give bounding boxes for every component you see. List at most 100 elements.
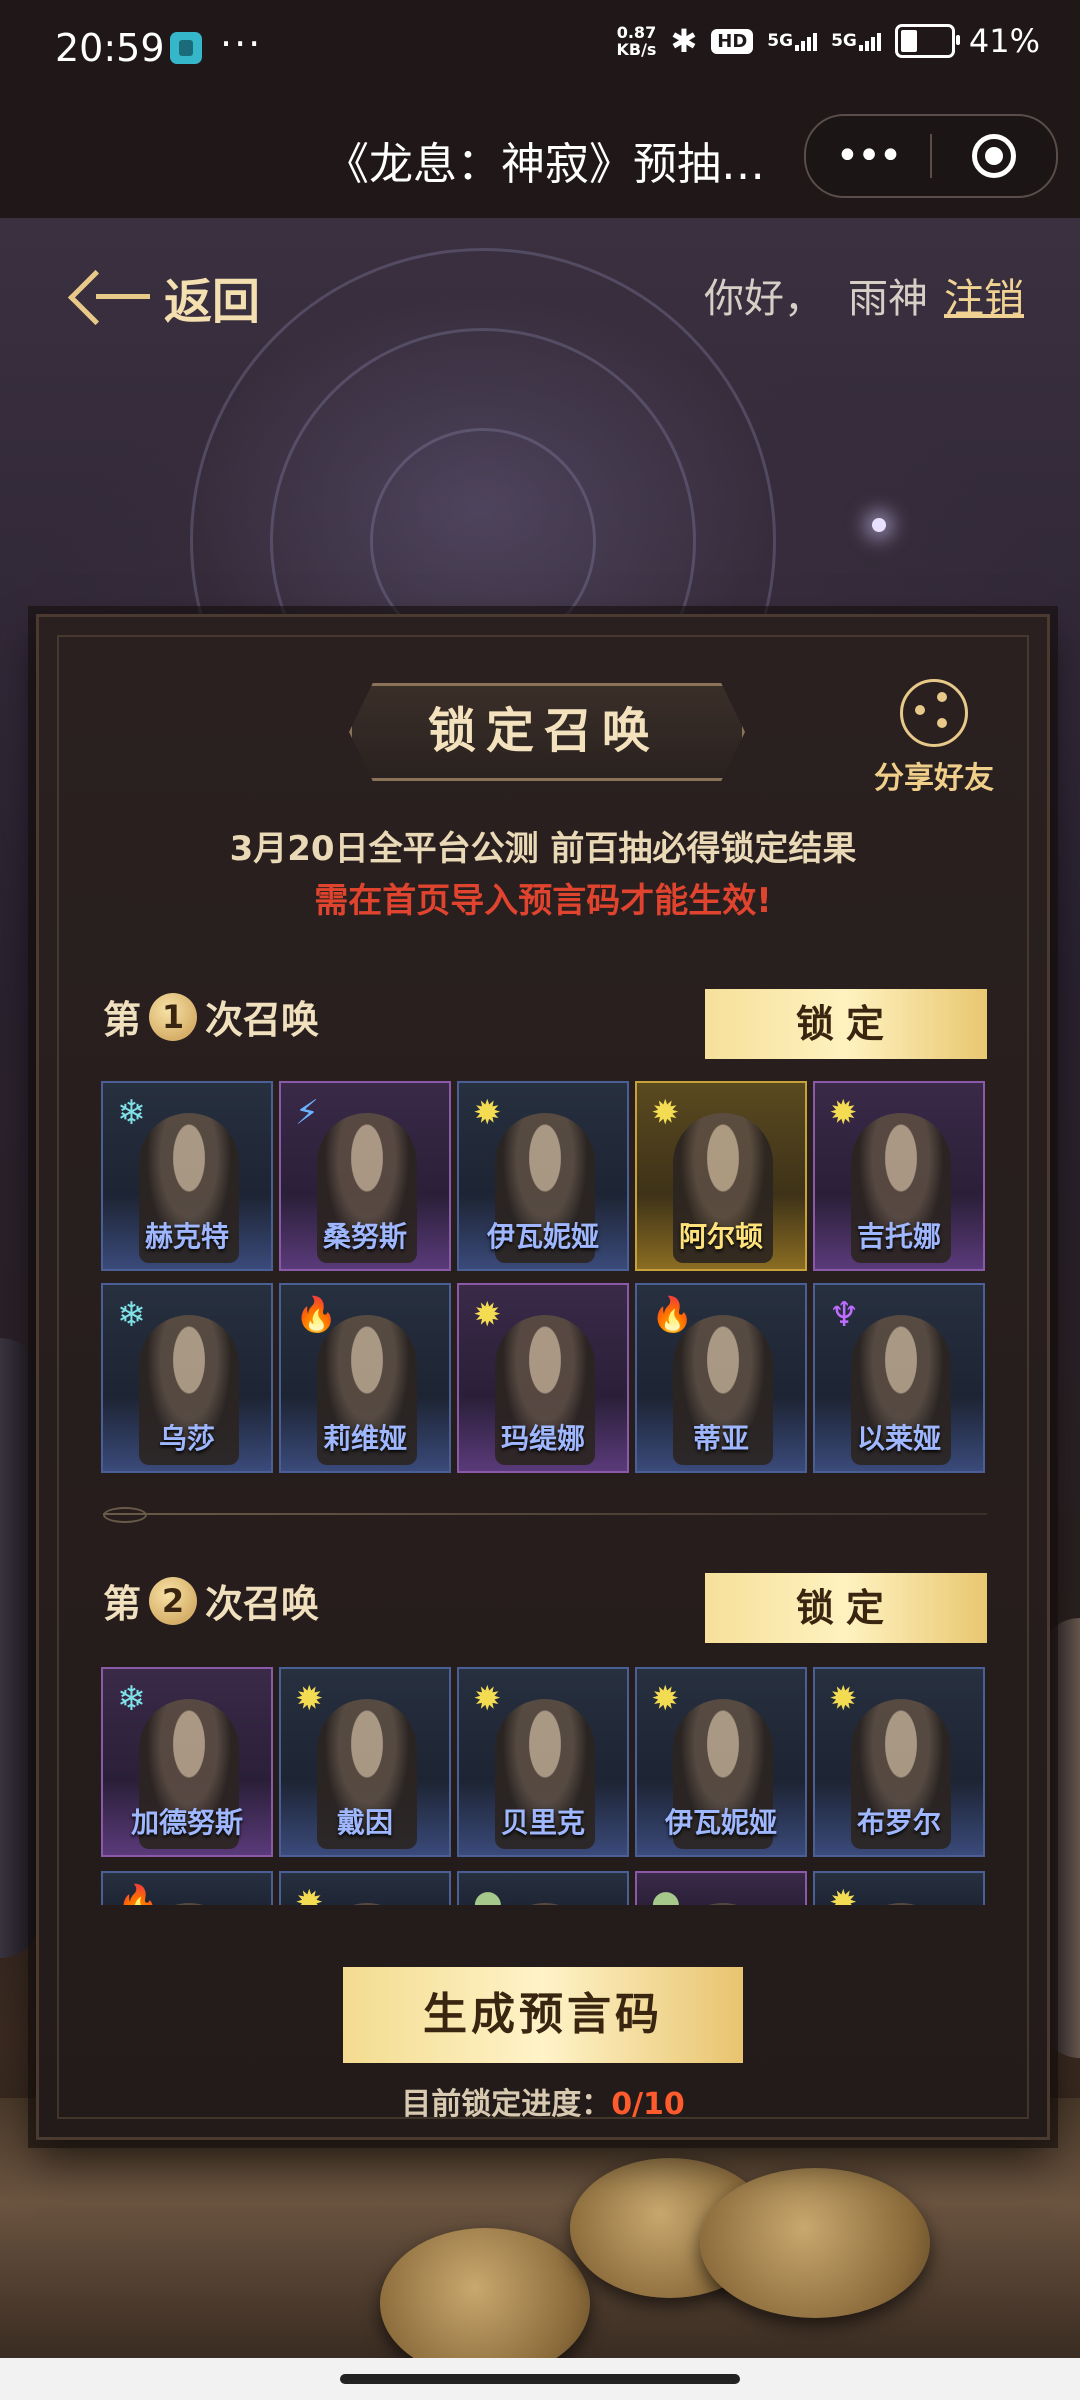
generate-prophecy-code-button[interactable]: 生成预言码 xyxy=(343,1967,743,2063)
hero-name: 伊瓦妮娅 xyxy=(664,1806,777,1839)
hero-portrait xyxy=(317,1903,417,1905)
hero-card[interactable]: 🔥 xyxy=(101,1871,273,1905)
sun-element-icon: ✹ xyxy=(473,1295,502,1335)
sun-element-icon: ✹ xyxy=(295,1679,324,1719)
demon-element-icon: ♆ xyxy=(829,1295,860,1335)
sun-element-icon: ✹ xyxy=(473,1093,502,1133)
share-friends-button[interactable]: 分享好友 xyxy=(869,679,999,797)
app-notification-icon xyxy=(170,32,202,64)
hd-badge: HD xyxy=(711,28,754,54)
gesture-bar xyxy=(0,2358,1080,2400)
progress-value: 0/10 xyxy=(611,2087,685,2122)
home-indicator[interactable] xyxy=(340,2374,740,2384)
hero-card[interactable]: ● xyxy=(457,1871,629,1905)
round-2-heading: 第 2 次召唤 xyxy=(103,1573,319,1628)
hero-name: 蒂亚 xyxy=(692,1422,749,1455)
capsule-menu: ••• xyxy=(804,114,1058,198)
round-2-lock-button[interactable]: 锁定 xyxy=(705,1573,987,1643)
status-time: 20:59 xyxy=(55,26,165,70)
hero-card[interactable]: ❄ 乌莎 xyxy=(101,1283,273,1473)
round-number-badge: 2 xyxy=(149,1576,198,1625)
status-bar: 20:59 ··· 0.87 KB/s ✱ HD 5G 5G 41% xyxy=(0,0,1080,100)
hero-name: 戴因 xyxy=(336,1806,393,1839)
status-indicators: 0.87 KB/s ✱ HD 5G 5G 41% xyxy=(616,22,1040,60)
greeting-text: 你好， xyxy=(704,276,824,322)
hero-name: 伊瓦妮娅 xyxy=(486,1220,599,1253)
hero-card[interactable]: ✹ xyxy=(813,1871,985,1905)
logout-link[interactable]: 注销 xyxy=(944,276,1024,322)
hero-card[interactable]: 🔥 莉维娅 xyxy=(279,1283,451,1473)
hero-card[interactable]: ⚡ 桑努斯 xyxy=(279,1081,451,1271)
hero-name: 玛缇娜 xyxy=(500,1422,585,1455)
round-2-hero-grid: ❄ 加德努斯 ✹ 戴因 ✹ 贝里克 ✹ 伊瓦妮娅 ✹ 布罗尔 xyxy=(101,1667,987,1857)
fire-element-icon: 🔥 xyxy=(295,1295,338,1335)
hero-name: 吉托娜 xyxy=(856,1220,941,1253)
miniprogram-header: 《龙息：神寂》预抽… ••• xyxy=(0,100,1080,218)
sun-element-icon: ✹ xyxy=(651,1093,680,1133)
slime-element-icon: ● xyxy=(473,1883,503,1905)
sun-element-icon: ✹ xyxy=(829,1679,858,1719)
more-button[interactable]: ••• xyxy=(806,133,930,179)
round-1-lock-button[interactable]: 锁定 xyxy=(705,989,987,1059)
hero-name: 布罗尔 xyxy=(856,1806,941,1839)
hero-card[interactable]: ✹ 玛缇娜 xyxy=(457,1283,629,1473)
close-miniprogram-button[interactable] xyxy=(932,134,1056,178)
hero-name: 乌莎 xyxy=(158,1422,215,1455)
round-1-heading: 第 1 次召唤 xyxy=(103,989,319,1044)
username: 雨神 xyxy=(848,276,928,322)
back-button[interactable]: 返回 xyxy=(70,262,260,332)
hero-card[interactable]: ✹ 阿尔顿 xyxy=(635,1081,807,1271)
status-more-icon: ··· xyxy=(220,22,263,66)
target-icon xyxy=(972,134,1016,178)
launch-info: 3月20日全平台公测 前百抽必得锁定结果 xyxy=(229,829,857,869)
signal-icon-1: 5G xyxy=(767,31,818,51)
hero-card[interactable]: ❄ 赫克特 xyxy=(101,1081,273,1271)
hero-card[interactable]: ✹ 戴因 xyxy=(279,1667,451,1857)
hero-name: 阿尔顿 xyxy=(678,1220,763,1253)
sun-element-icon: ✹ xyxy=(295,1883,324,1905)
background-figure-left xyxy=(0,1338,40,1958)
fire-element-icon: 🔥 xyxy=(651,1295,694,1335)
hero-card[interactable]: ✹ 吉托娜 xyxy=(813,1081,985,1271)
coin-decoration xyxy=(700,2168,930,2318)
battery-percent: 41% xyxy=(968,22,1040,60)
hero-portrait xyxy=(851,1903,951,1905)
lock-summon-panel: 锁定召唤 分享好友 3月20日全平台公测 前百抽必得锁定结果 需在首页导入预言码… xyxy=(36,614,1050,2140)
hero-name: 赫克特 xyxy=(144,1220,229,1253)
signal-icon-2: 5G xyxy=(831,31,881,51)
ice-element-icon: ❄ xyxy=(117,1093,146,1133)
hero-name: 贝里克 xyxy=(500,1806,585,1839)
round-2-hero-grid-overflow: 🔥 ✹ ● ● ✹ xyxy=(101,1871,987,1905)
hero-card[interactable]: ✹ xyxy=(279,1871,451,1905)
import-warning: 需在首页导入预言码才能生效! xyxy=(314,881,772,921)
fire-element-icon: 🔥 xyxy=(117,1883,160,1905)
battery-icon xyxy=(894,24,960,58)
user-greeting: 你好， 雨神 注销 xyxy=(704,266,1024,324)
hero-card[interactable]: ✹ 伊瓦妮娅 xyxy=(457,1081,629,1271)
ice-element-icon: ❄ xyxy=(117,1679,146,1719)
hero-card[interactable]: 🔥 蒂亚 xyxy=(635,1283,807,1473)
hero-card[interactable]: ✹ 布罗尔 xyxy=(813,1667,985,1857)
hero-card[interactable]: ✹ 伊瓦妮娅 xyxy=(635,1667,807,1857)
hero-card[interactable]: ❄ 加德努斯 xyxy=(101,1667,273,1857)
hero-card[interactable]: ● xyxy=(635,1871,807,1905)
page-title: 《龙息：神寂》预抽… xyxy=(325,139,765,190)
share-label: 分享好友 xyxy=(874,761,994,796)
network-speed: 0.87 KB/s xyxy=(616,23,657,59)
sun-element-icon: ✹ xyxy=(473,1679,502,1719)
panel-title: 锁定召唤 xyxy=(427,703,660,759)
slime-element-icon: ● xyxy=(651,1883,681,1905)
hero-name: 莉维娅 xyxy=(322,1422,407,1455)
bolt-element-icon: ⚡ xyxy=(295,1093,319,1133)
round-number-badge: 1 xyxy=(149,992,198,1041)
sun-element-icon: ✹ xyxy=(651,1679,680,1719)
hero-name: 桑努斯 xyxy=(322,1220,407,1253)
lock-progress: 目前锁定进度：0/10 xyxy=(39,2079,1047,2123)
bluetooth-icon: ✱ xyxy=(670,22,698,60)
round-divider xyxy=(103,1507,987,1523)
round-1-hero-grid: ❄ 赫克特 ⚡ 桑努斯 ✹ 伊瓦妮娅 ✹ 阿尔顿 ✹ 吉托娜 ❄ 乌莎 🔥 莉维娅 ✹ 玛缇娜 🔥 蒂亚 ♆ 以莱娅 xyxy=(101,1081,987,1473)
hero-card[interactable]: ✹ 贝里克 xyxy=(457,1667,629,1857)
star-glow xyxy=(872,518,886,532)
sun-element-icon: ✹ xyxy=(829,1093,858,1133)
hero-card[interactable]: ♆ 以莱娅 xyxy=(813,1283,985,1473)
